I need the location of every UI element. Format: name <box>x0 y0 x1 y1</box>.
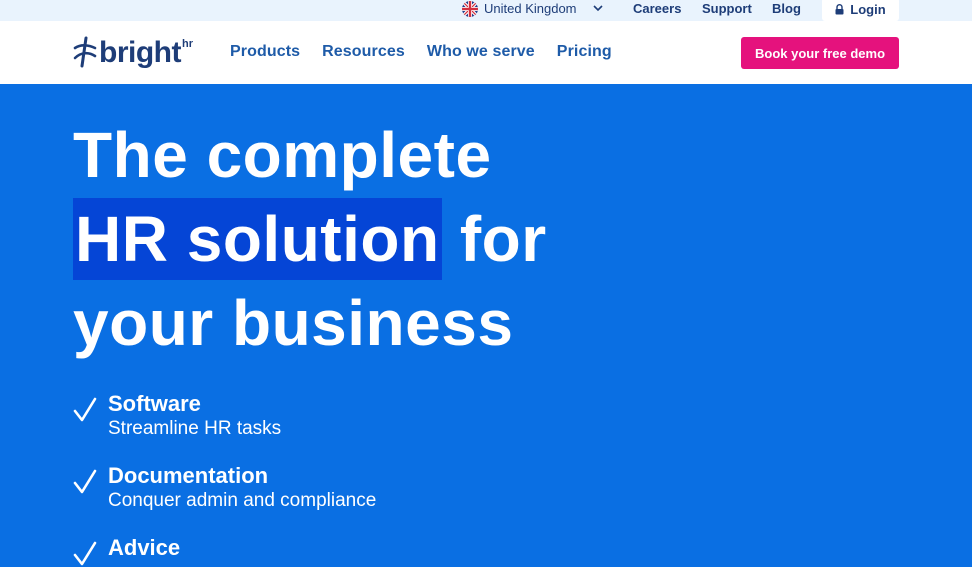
nav-links: Products Resources Who we serve Pricing <box>230 43 612 61</box>
feature-title: Software <box>108 391 201 416</box>
nav-products[interactable]: Products <box>230 43 300 61</box>
country-selector[interactable]: United Kingdom <box>462 0 603 17</box>
hero-heading-line-1: The complete <box>73 119 492 191</box>
nav-resources[interactable]: Resources <box>322 43 405 61</box>
hero-section: The complete HR solution for your busine… <box>0 84 972 566</box>
feature-title: Advice <box>108 535 181 560</box>
hero-heading-line-2: HR solution for <box>73 198 547 280</box>
chevron-down-icon <box>592 5 603 12</box>
brighthr-logo[interactable]: bright hr <box>73 36 193 70</box>
book-demo-button[interactable]: Book your free demo <box>741 37 899 69</box>
support-link[interactable]: Support <box>702 1 752 16</box>
uk-flag-icon <box>462 0 478 17</box>
nav-pricing[interactable]: Pricing <box>557 43 612 61</box>
logo-superscript: hr <box>181 38 193 50</box>
login-label: Login <box>850 2 886 17</box>
check-icon <box>73 397 97 422</box>
feature-title: Documentation <box>108 463 269 488</box>
hero-highlight: HR solution <box>73 198 442 280</box>
lock-icon <box>835 4 844 15</box>
hero-heading-line-2-rest: for <box>441 203 547 275</box>
careers-link[interactable]: Careers <box>633 1 681 16</box>
country-label: United Kingdom <box>484 1 577 16</box>
utility-bar: United Kingdom Careers Support Blog Logi… <box>0 0 972 21</box>
feature-description: Streamline HR tasks <box>108 418 282 439</box>
check-icon <box>73 469 97 494</box>
nav-who-we-serve[interactable]: Who we serve <box>427 43 535 61</box>
brighthr-logo-icon <box>73 36 97 68</box>
hero-heading-line-3: your business <box>73 287 514 359</box>
logo-wordmark: bright <box>99 36 181 69</box>
feature-description: Conquer admin and compliance <box>108 490 377 511</box>
main-nav: bright hr Products Resources Who we serv… <box>0 21 972 84</box>
login-button[interactable]: Login <box>822 0 899 21</box>
blog-link[interactable]: Blog <box>772 1 801 16</box>
